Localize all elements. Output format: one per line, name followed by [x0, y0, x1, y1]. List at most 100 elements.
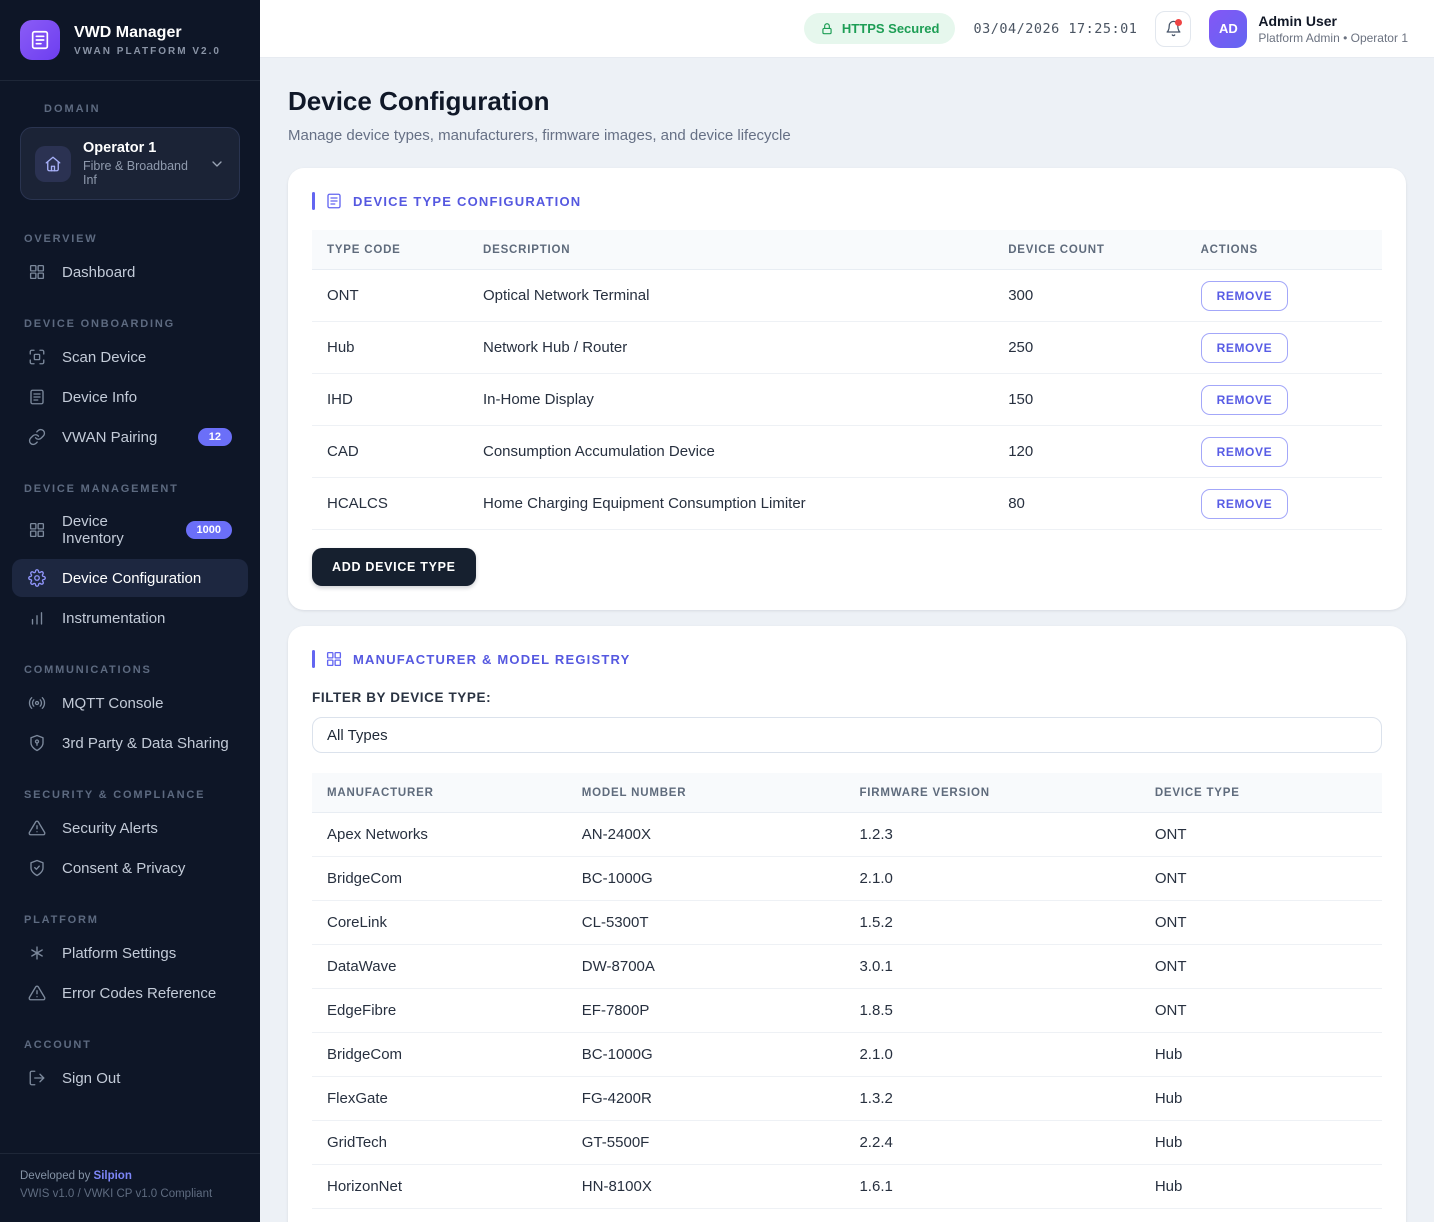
document-icon [325, 192, 343, 210]
user-menu[interactable]: AD Admin User Platform Admin • Operator … [1209, 10, 1408, 48]
sidebar-item-dashboard[interactable]: Dashboard [12, 253, 248, 291]
table-row: Hub Network Hub / Router 250 REMOVE [312, 322, 1382, 374]
firmware-cell: 2.1.0 [859, 1046, 1154, 1063]
firmware-cell: 1.5.2 [859, 914, 1154, 931]
section-label-account: ACCOUNT [24, 1039, 260, 1051]
notifications-button[interactable] [1155, 11, 1191, 47]
sidebar-item-label: 3rd Party & Data Sharing [62, 735, 229, 752]
column-header: TYPE CODE [327, 244, 483, 256]
device-type-cell: ONT [1155, 1002, 1367, 1019]
sidebar-item-vwan-pairing[interactable]: VWAN Pairing 12 [12, 418, 248, 456]
remove-button[interactable]: REMOVE [1201, 333, 1289, 363]
developed-by-text: Developed by [20, 1170, 94, 1182]
device-type-cell: Hub [1155, 1134, 1367, 1151]
model-cell: DW-8700A [582, 958, 860, 975]
model-cell: EF-7800P [582, 1002, 860, 1019]
grid-icon [28, 521, 46, 539]
sidebar-item-device-configuration[interactable]: Device Configuration [12, 559, 248, 597]
type-code-cell: Hub [327, 339, 483, 356]
table-row: FlexGate FG-4200R 1.3.2 Hub [312, 1077, 1382, 1121]
https-secured-badge: HTTPS Secured [804, 13, 956, 44]
chevron-down-icon [209, 156, 225, 172]
table-row: HCALCS Home Charging Equipment Consumpti… [312, 478, 1382, 530]
column-header: MODEL NUMBER [582, 787, 860, 799]
sidebar-item-error-codes-reference[interactable]: Error Codes Reference [12, 974, 248, 1012]
description-cell: Consumption Accumulation Device [483, 443, 1008, 460]
device-count-cell: 250 [1008, 339, 1200, 356]
silpion-link[interactable]: Silpion [94, 1170, 132, 1182]
remove-button[interactable]: REMOVE [1201, 437, 1289, 467]
table-row: BridgeCom BC-1000G 2.1.0 ONT [312, 857, 1382, 901]
gear-icon [28, 569, 46, 587]
sidebar-item-device-inventory[interactable]: Device Inventory 1000 [12, 503, 248, 557]
sidebar-item-label: Scan Device [62, 349, 146, 366]
document-icon [28, 388, 46, 406]
scan-icon [28, 348, 46, 366]
manufacturer-cell: CoreLink [327, 914, 582, 931]
domain-selector[interactable]: Operator 1 Fibre & Broadband Inf [20, 127, 240, 200]
sidebar-item-label: Dashboard [62, 264, 135, 281]
shield-icon [28, 734, 46, 752]
device-type-filter-select[interactable]: All Types [312, 717, 1382, 753]
compliance-text: VWIS v1.0 / VWKI CP v1.0 Compliant [20, 1186, 240, 1204]
model-cell: HN-8100X [582, 1178, 860, 1195]
sidebar-item-3rd-party-data-sharing[interactable]: 3rd Party & Data Sharing [12, 724, 248, 762]
firmware-cell: 3.0.1 [859, 958, 1154, 975]
section-label-communications: COMMUNICATIONS [24, 664, 260, 676]
sidebar-item-consent-privacy[interactable]: Consent & Privacy [12, 849, 248, 887]
device-count-cell: 150 [1008, 391, 1200, 408]
device-type-table: TYPE CODE DESCRIPTION DEVICE COUNT ACTIO… [312, 230, 1382, 530]
table-row: CoreLink CL-5300T 1.5.2 ONT [312, 901, 1382, 945]
sidebar-item-label: MQTT Console [62, 695, 163, 712]
domain-name: Operator 1 [83, 140, 197, 156]
sidebar-item-platform-settings[interactable]: Platform Settings [12, 934, 248, 972]
description-cell: In-Home Display [483, 391, 1008, 408]
column-header: DEVICE TYPE [1155, 787, 1367, 799]
sidebar-item-label: Security Alerts [62, 820, 158, 837]
broadcast-icon [28, 694, 46, 712]
sidebar-item-security-alerts[interactable]: Security Alerts [12, 809, 248, 847]
manufacturer-cell: BridgeCom [327, 1046, 582, 1063]
sidebar-footer: Developed by Silpion VWIS v1.0 / VWKI CP… [0, 1153, 260, 1222]
section-accent-bar [312, 192, 315, 210]
pairing-count-badge: 12 [198, 428, 232, 446]
table-row: Apex Networks AN-2400X 1.2.3 ONT [312, 813, 1382, 857]
column-header: DEVICE COUNT [1008, 244, 1200, 256]
section-title: DEVICE TYPE CONFIGURATION [353, 194, 581, 209]
filter-by-device-type-label: FILTER BY DEVICE TYPE: [312, 690, 1382, 705]
column-header: FIRMWARE VERSION [859, 787, 1154, 799]
section-label-device-management: DEVICE MANAGEMENT [24, 483, 260, 495]
table-row: EdgeFibre EF-7800P 1.8.5 ONT [312, 989, 1382, 1033]
firmware-cell: 1.6.1 [859, 1178, 1154, 1195]
firmware-cell: 2.2.4 [859, 1134, 1154, 1151]
firmware-cell: 1.3.2 [859, 1090, 1154, 1107]
sidebar-item-label: Device Configuration [62, 570, 201, 587]
device-type-cell: ONT [1155, 870, 1367, 887]
remove-button[interactable]: REMOVE [1201, 281, 1289, 311]
device-count-cell: 300 [1008, 287, 1200, 304]
page-title: Device Configuration [288, 86, 1406, 117]
sidebar-item-label: Sign Out [62, 1070, 120, 1087]
add-device-type-button[interactable]: ADD DEVICE TYPE [312, 548, 476, 586]
column-header: MANUFACTURER [327, 787, 582, 799]
sidebar-item-mqtt-console[interactable]: MQTT Console [12, 684, 248, 722]
page-subtitle: Manage device types, manufacturers, firm… [288, 127, 1406, 144]
sidebar-item-label: Error Codes Reference [62, 985, 216, 1002]
sidebar-item-device-info[interactable]: Device Info [12, 378, 248, 416]
warning-icon [28, 984, 46, 1002]
sidebar: VWD Manager VWAN PLATFORM V2.0 DOMAIN Op… [0, 0, 260, 1222]
description-cell: Network Hub / Router [483, 339, 1008, 356]
description-cell: Optical Network Terminal [483, 287, 1008, 304]
sidebar-item-scan-device[interactable]: Scan Device [12, 338, 248, 376]
manufacturer-model-registry-card: MANUFACTURER & MODEL REGISTRY FILTER BY … [288, 626, 1406, 1222]
manufacturer-cell: DataWave [327, 958, 582, 975]
device-type-cell: ONT [1155, 958, 1367, 975]
sidebar-item-sign-out[interactable]: Sign Out [12, 1059, 248, 1097]
remove-button[interactable]: REMOVE [1201, 385, 1289, 415]
remove-button[interactable]: REMOVE [1201, 489, 1289, 519]
section-accent-bar [312, 650, 315, 668]
asterisk-icon [28, 944, 46, 962]
sidebar-item-instrumentation[interactable]: Instrumentation [12, 599, 248, 637]
table-row: IHD In-Home Display 150 REMOVE [312, 374, 1382, 426]
firmware-cell: 1.2.3 [859, 826, 1154, 843]
